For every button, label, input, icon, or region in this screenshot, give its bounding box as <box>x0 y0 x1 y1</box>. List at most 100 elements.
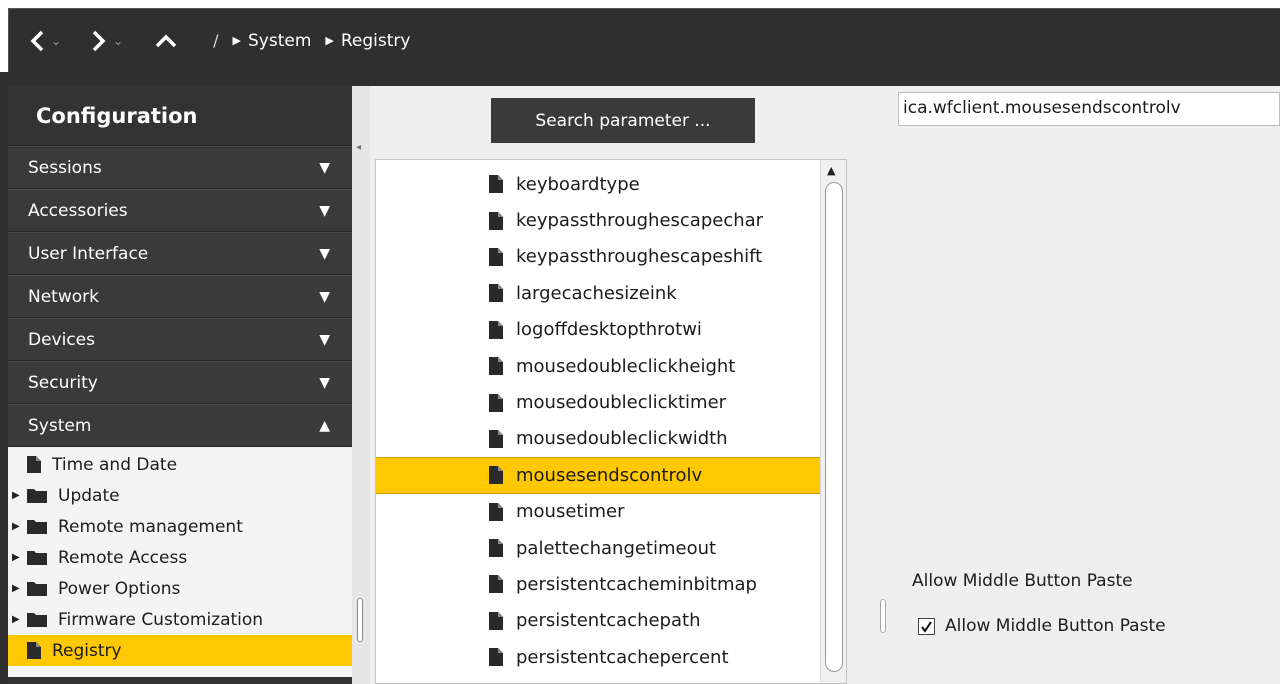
file-icon <box>488 283 504 303</box>
expand-arrow-icon: ▼ <box>319 331 330 348</box>
breadcrumb-label: Registry <box>340 30 411 51</box>
tree-item-registry[interactable]: Registry <box>8 635 352 666</box>
up-button[interactable] <box>155 21 177 61</box>
chevron-right-icon <box>92 30 106 51</box>
breadcrumb-system[interactable]: ▶ System <box>233 31 312 51</box>
tree-item-label: Firmware Customization <box>58 609 264 630</box>
parameter-list-item[interactable]: keypassthroughescapeshift <box>376 239 846 275</box>
header-gap <box>0 72 1280 86</box>
file-icon <box>26 641 42 660</box>
parameter-list-item[interactable]: keypassthroughescapechar <box>376 202 846 238</box>
search-parameter-button[interactable]: Search parameter ... <box>491 98 755 143</box>
parameter-list-item[interactable]: logoffdesktopthrotwi <box>376 312 846 348</box>
parameter-list-scrollbar-thumb[interactable] <box>825 182 843 672</box>
breadcrumb-label: System <box>247 30 312 51</box>
chevron-left-icon <box>30 30 44 51</box>
tree-expander-icon[interactable]: ▶ <box>12 552 26 563</box>
sidebar-item-label: User Interface <box>28 243 149 264</box>
tree-item-remote-management[interactable]: ▶ Remote management <box>8 511 352 542</box>
sidebar-item-label: System <box>28 415 92 436</box>
parameter-label: persistentcacheminbitmap <box>516 573 757 595</box>
system-tree: Time and Date ▶ Update ▶ Remote manageme… <box>8 447 352 677</box>
parameter-list-item[interactable]: persistentcachepercent <box>376 639 846 675</box>
checkbox-box[interactable] <box>918 617 935 635</box>
sidebar-item-label: Devices <box>28 329 95 350</box>
parameter-list-item[interactable]: persistentcacheminbitmap <box>376 566 846 602</box>
parameter-list-item[interactable]: keyboardtype <box>376 166 846 202</box>
splitter-grip-icon: ◂ <box>356 142 362 153</box>
parameter-list-item[interactable]: mousesendscontrolv <box>376 457 846 494</box>
forward-button[interactable]: ⌄ <box>91 21 123 61</box>
tree-item-remote-access[interactable]: ▶ Remote Access <box>8 542 352 573</box>
parameter-label: palettechangetimeout <box>516 537 717 559</box>
parameter-label: mousedoubleclickwidth <box>516 428 728 450</box>
forward-dropdown-caret[interactable]: ⌄ <box>113 34 123 48</box>
panel-splitter-handle[interactable] <box>880 599 886 633</box>
tree-item-label: Update <box>58 485 120 506</box>
sidebar-item-sessions[interactable]: Sessions ▼ <box>8 146 352 189</box>
expand-arrow-icon: ▼ <box>319 202 330 219</box>
file-icon <box>488 211 504 231</box>
sidebar-scrollbar-thumb[interactable] <box>357 598 363 642</box>
allow-middle-button-paste-checkbox[interactable]: Allow Middle Button Paste <box>918 616 1166 636</box>
tree-expander-icon[interactable]: ▶ <box>12 583 26 594</box>
sidebar-item-user-interface[interactable]: User Interface ▼ <box>8 232 352 275</box>
parameter-list-item[interactable]: mousedoubleclicktimer <box>376 384 846 420</box>
sidebar-item-security[interactable]: Security ▼ <box>8 361 352 404</box>
back-button[interactable]: ⌄ <box>29 21 61 61</box>
file-icon <box>26 455 42 474</box>
breadcrumb-registry[interactable]: ▶ Registry <box>325 31 410 51</box>
sidebar-item-network[interactable]: Network ▼ <box>8 275 352 318</box>
tree-item-power-options[interactable]: ▶ Power Options <box>8 573 352 604</box>
sidebar-item-system[interactable]: System ▲ <box>8 404 352 447</box>
tree-expander-icon[interactable]: ▶ <box>12 614 26 625</box>
sidebar-item-label: Security <box>28 372 98 393</box>
back-dropdown-caret[interactable]: ⌄ <box>51 34 61 48</box>
parameter-label: mousedoubleclickheight <box>516 355 736 377</box>
file-icon <box>488 320 504 340</box>
parameter-list-item[interactable]: persistentcachepath <box>376 603 846 639</box>
sidebar-item-devices[interactable]: Devices ▼ <box>8 318 352 361</box>
parameter-list-item[interactable]: largecachesizeink <box>376 275 846 311</box>
folder-icon <box>26 518 48 535</box>
file-icon <box>488 611 504 631</box>
expand-arrow-icon: ▼ <box>319 374 330 391</box>
tree-item-firmware-customization[interactable]: ▶ Firmware Customization <box>8 604 352 635</box>
scroll-up-icon[interactable]: ▲ <box>827 164 835 177</box>
breadcrumb-arrow-icon: ▶ <box>232 34 241 47</box>
setting-title: Allow Middle Button Paste <box>912 571 1133 591</box>
tree-item-time-and-date[interactable]: Time and Date <box>8 449 352 480</box>
folder-icon <box>26 487 48 504</box>
tree-item-label: Remote Access <box>58 547 188 568</box>
parameter-list-item[interactable]: mousedoubleclickheight <box>376 348 846 384</box>
parameter-list-item[interactable]: palettechangetimeout <box>376 530 846 566</box>
file-icon <box>488 538 504 558</box>
parameter-list-scrollbar[interactable]: ▲ <box>820 160 846 683</box>
parameter-label: mousedoubleclicktimer <box>516 392 727 414</box>
breadcrumb-root[interactable]: / <box>213 31 218 50</box>
parameter-list-item[interactable]: mousedoubleclickwidth <box>376 421 846 457</box>
sidebar: Configuration Sessions ▼ Accessories ▼ U… <box>8 86 352 684</box>
tree-expander-icon[interactable]: ▶ <box>12 521 26 532</box>
tree-item-update[interactable]: ▶ Update <box>8 480 352 511</box>
parameter-list-item[interactable]: mousetimer <box>376 494 846 530</box>
file-icon <box>488 429 504 449</box>
sidebar-item-label: Network <box>28 286 99 307</box>
folder-icon <box>26 611 48 628</box>
sidebar-splitter[interactable]: ◂ <box>352 86 370 684</box>
parameter-label: mousesendscontrolv <box>516 464 703 486</box>
checkmark-icon <box>921 620 932 633</box>
sidebar-item-accessories[interactable]: Accessories ▼ <box>8 189 352 232</box>
checkbox-label: Allow Middle Button Paste <box>945 616 1166 636</box>
parameter-label: largecachesizeink <box>516 282 677 304</box>
tree-expander-icon[interactable]: ▶ <box>12 490 26 501</box>
parameter-label: keypassthroughescapechar <box>516 210 764 232</box>
file-icon <box>488 356 504 376</box>
expand-arrow-icon: ▼ <box>319 288 330 305</box>
file-icon <box>488 647 504 667</box>
chevron-up-icon <box>155 34 177 47</box>
tree-item-label: Registry <box>52 640 122 661</box>
parameter-label: mousetimer <box>516 501 625 523</box>
folder-icon <box>26 549 48 566</box>
parameter-path-field[interactable]: ica.wfclient.mousesendscontrolv <box>898 92 1280 126</box>
